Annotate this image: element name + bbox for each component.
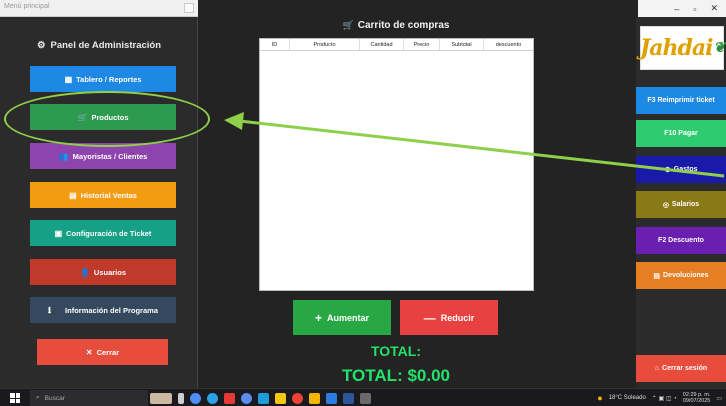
gear-icon: ⚙ [664,166,671,174]
decrease-button[interactable]: — Reducir [400,300,498,335]
reprint-ticket-button[interactable]: F3 Reimprimir ticket [636,87,726,114]
total-label: TOTAL: [370,343,422,359]
vscode-icon[interactable] [326,392,337,404]
highlight-ring [4,91,210,147]
brand-logo: Jahdai ❦ [640,26,725,70]
screen: Menú principal ⚙ Panel de Administración … [0,0,726,406]
notification-icon[interactable]: ▭ [716,395,722,402]
gear-icon: ⚙ [36,40,46,51]
close-window-icon[interactable]: ✕ [710,3,718,14]
sun-icon: ● [597,393,603,403]
pinned-app-icon[interactable] [360,392,371,404]
pinned-app-icon[interactable] [309,392,320,404]
sales-history-button[interactable]: ▤ Historial Ventas [30,182,176,208]
menu-window-control[interactable] [184,3,194,13]
dashboard-reports-button[interactable]: ▦ Tablero / Reportes [30,66,176,92]
pinned-app-icon[interactable] [150,392,172,404]
cart-icon: 🛒 [342,20,354,30]
column-header[interactable]: Precio [404,39,440,50]
user-icon: 👤 [79,267,90,277]
chrome-icon[interactable] [292,392,303,404]
expenses-button[interactable]: ⚙ Gastos [636,156,726,183]
money-icon: ◎ [662,201,669,209]
receipt-icon: ▤ [69,190,77,200]
column-header[interactable]: ID [260,39,290,50]
pinned-app-icon[interactable] [258,392,269,404]
maximize-icon[interactable]: ▫ [693,4,696,14]
increase-button[interactable]: + Aumentar [293,300,391,335]
taskbar-search[interactable]: ⌕ Buscar [30,390,148,406]
ticket-config-button[interactable]: ▣ Configuración de Ticket [30,220,176,246]
weather-text[interactable]: 18°C Soleado [609,395,646,401]
cart-table-header: ID Producto Cantidad Precio Subtotal des… [260,39,533,51]
salaries-button[interactable]: ◎ Salarios [636,191,726,218]
column-header[interactable]: Producto [290,39,360,50]
users-button[interactable]: 👤 Usuarios [30,259,176,285]
search-icon: ⌕ [36,394,40,401]
returns-button[interactable]: ▤ Devoluciones [636,262,726,289]
column-header[interactable]: descuento [484,39,533,50]
column-header[interactable]: Cantidad [360,39,404,50]
tray-icons[interactable]: ⌃ ▣ ◫ ◔ [652,395,677,402]
minus-icon: — [423,310,436,325]
discount-button[interactable]: F2 Descuento [636,227,726,254]
taskbar-apps [150,391,371,405]
people-icon: 👥 [58,151,69,161]
pinned-app-icon[interactable] [241,392,252,404]
chart-icon: ▦ [64,74,73,84]
system-tray: ● 18°C Soleado ⌃ ▣ ◫ ◔ 02:29 p. m. 09/07… [597,391,722,405]
close-button[interactable]: ✕ Cerrar [37,339,168,365]
close-icon: ✕ [85,347,93,357]
pay-button[interactable]: F10 Pagar [636,120,726,147]
cart-table[interactable]: ID Producto Cantidad Precio Subtotal des… [259,38,534,291]
windows-taskbar: ⌕ Buscar ● 18°C Soleado ⌃ ▣ ◫ ◔ 02:29 p. … [0,388,726,406]
column-header[interactable]: Subtotal [440,39,484,50]
logout-button[interactable]: ⌂ Cerrar sesión [636,355,726,382]
info-icon: ℹ [48,305,52,315]
cart-title: 🛒 Carrito de compras [342,20,450,31]
edge-icon[interactable] [207,392,218,404]
ticket-icon: ▣ [54,228,63,238]
main-menu-window: Menú principal ⚙ Panel de Administración … [0,0,198,388]
windows-start-icon[interactable] [10,393,20,403]
minimize-icon[interactable]: – [674,4,679,14]
youtube-icon[interactable] [224,392,235,404]
menu-window-title: Menú principal [4,3,50,10]
total-amount: TOTAL: $0.00 [341,366,450,385]
word-icon[interactable] [343,392,354,404]
menu-titlebar: Menú principal [0,0,198,17]
pinned-app-icon[interactable] [190,392,201,404]
door-icon: ⌂ [654,365,660,372]
admin-panel-heading: ⚙ Panel de Administración [36,40,162,51]
palm-leaf-icon: ❦ [713,40,725,56]
program-info-button[interactable]: ℹ Información del Programa [30,297,176,323]
task-view-icon[interactable] [178,392,184,404]
return-icon: ▤ [653,272,661,280]
file-explorer-icon[interactable] [275,392,286,404]
window-controls: – ▫ ✕ [638,0,726,17]
taskbar-clock[interactable]: 02:29 p. m. 09/07/2025 [683,392,711,404]
plus-icon: + [314,310,322,325]
